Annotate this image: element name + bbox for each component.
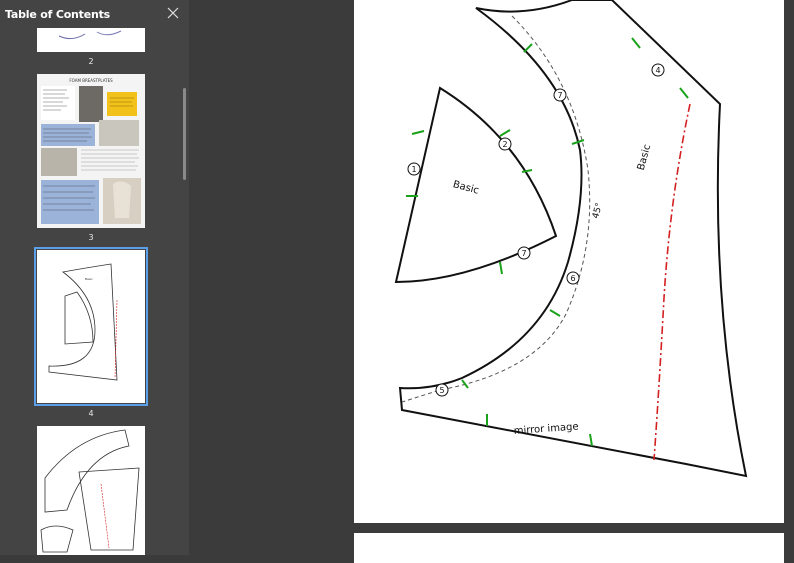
marker-7a: 7 bbox=[521, 249, 526, 258]
thumbnail-preview bbox=[40, 429, 140, 553]
viewer-background-right bbox=[784, 0, 794, 555]
marker-labels: 1 2 7 7 4 6 5 bbox=[411, 66, 660, 395]
grain-label: 45° bbox=[591, 202, 605, 220]
pattern-drawing: 1 2 7 7 4 6 5 Basic Basic 45° mirror ima… bbox=[394, 0, 748, 478]
thumbnail-label-4: 4 bbox=[88, 409, 94, 418]
marker-circles bbox=[407, 63, 665, 397]
thumbnail-label-3: 3 bbox=[88, 233, 94, 242]
thumbnail-preview: Basic bbox=[48, 263, 118, 381]
sidebar-scrollbar[interactable] bbox=[183, 88, 186, 180]
thumbnail-label-2: 2 bbox=[88, 57, 94, 66]
thumbnail-page-5[interactable] bbox=[37, 426, 145, 555]
notch-marks bbox=[406, 37, 689, 447]
piece-label-left: Basic bbox=[452, 179, 480, 196]
thumbnail-preview: FOAM BREASTPLATES bbox=[37, 74, 145, 228]
viewer-background bbox=[189, 0, 354, 555]
thumbnail-page-3[interactable]: FOAM BREASTPLATES bbox=[37, 74, 145, 228]
marker-5: 5 bbox=[439, 386, 444, 395]
marker-7b: 7 bbox=[557, 91, 562, 100]
thumbnail-page-4[interactable]: Basic bbox=[37, 250, 145, 403]
mirror-label: mirror image bbox=[513, 421, 579, 437]
pattern-piece-outer bbox=[398, 0, 748, 478]
seam-line bbox=[401, 15, 591, 403]
document-page: 1 2 7 7 4 6 5 Basic Basic 45° mirror ima… bbox=[354, 0, 784, 523]
piece-label-right: Basic bbox=[636, 143, 653, 171]
close-button[interactable] bbox=[164, 4, 182, 22]
marker-6: 6 bbox=[570, 274, 575, 283]
toc-sidebar: Table of Contents 2 FOAM BREASTPLATES 3 … bbox=[0, 0, 189, 555]
thumbnail-heading: FOAM BREASTPLATES bbox=[69, 78, 113, 83]
thumbnail-page-2[interactable] bbox=[37, 28, 145, 52]
sidebar-title: Table of Contents bbox=[5, 8, 111, 21]
svg-text:Basic: Basic bbox=[85, 277, 93, 281]
close-icon bbox=[167, 7, 179, 19]
next-page bbox=[354, 533, 784, 563]
marker-2: 2 bbox=[502, 140, 507, 149]
marker-4: 4 bbox=[655, 66, 660, 75]
center-line bbox=[653, 103, 691, 461]
sidebar-header: Table of Contents bbox=[0, 0, 189, 28]
thumbnail-preview bbox=[58, 30, 122, 40]
marker-1: 1 bbox=[411, 165, 416, 174]
